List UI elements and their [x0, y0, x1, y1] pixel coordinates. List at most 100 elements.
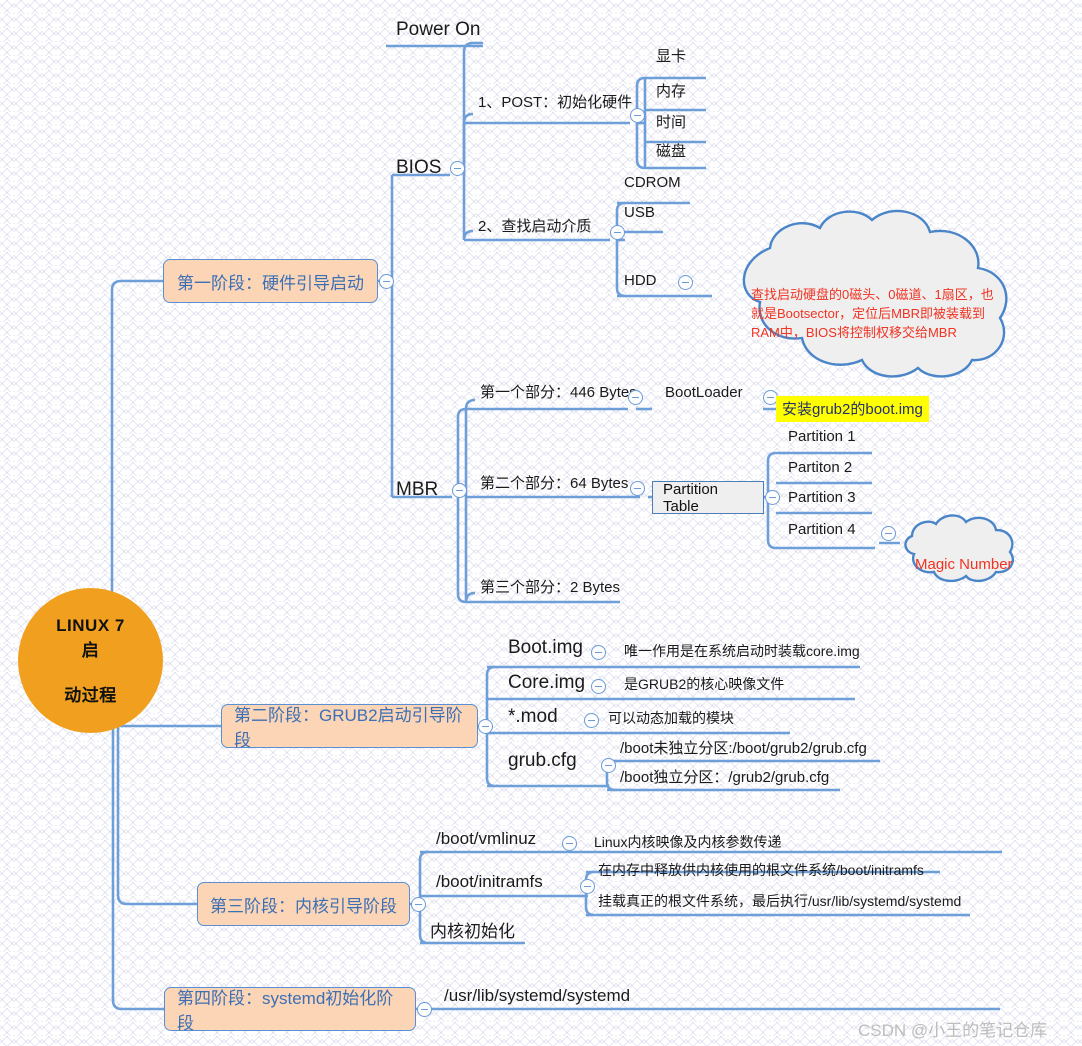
- post-item-0-label: 显卡: [656, 48, 687, 65]
- mbr-part2-label: 第二个部分：64 Bytes: [480, 475, 629, 492]
- node-bios[interactable]: BIOS: [396, 157, 441, 179]
- node-post-item-1[interactable]: 内存: [656, 83, 686, 100]
- grub-cfg-label: grub.cfg: [508, 750, 577, 771]
- mbr-part1-label: 第一个部分：446 Bytes: [480, 384, 637, 401]
- mindmap-canvas: LINUX 7 启 动过程 第一阶段：硬件引导启动 第二阶段：GRUB2启动引导…: [0, 0, 1082, 1046]
- node-initramfs-note-0: 在内存中释放供内核使用的根文件系统/boot/initramfs: [598, 862, 924, 878]
- node-kernel-init[interactable]: 内核初始化: [430, 922, 515, 942]
- bios-toggle[interactable]: [450, 161, 465, 176]
- post-item-1-label: 内存: [656, 83, 687, 100]
- systemd-path-label: /usr/lib/systemd/systemd: [444, 986, 631, 1005]
- node-mbr-part3[interactable]: 第三个部分：2 Bytes: [480, 579, 620, 596]
- node-power-on[interactable]: Power On: [396, 19, 480, 41]
- central-topic-line1: LINUX 7 启: [56, 615, 125, 660]
- node-mbr[interactable]: MBR: [396, 479, 438, 501]
- bios-label: BIOS: [396, 157, 442, 178]
- node-media-hdd[interactable]: HDD: [624, 272, 657, 289]
- stage-2-toggle[interactable]: [478, 719, 493, 734]
- grub-bootimg-note-label: 唯一作用是在系统启动时装载core.img: [624, 643, 860, 659]
- partition-4-toggle[interactable]: [881, 526, 896, 541]
- stage-4-toggle[interactable]: [417, 1002, 432, 1017]
- mbr-part1-toggle[interactable]: [628, 390, 643, 405]
- bootloader-note-highlight[interactable]: 安装grub2的boot.img: [776, 396, 929, 422]
- node-initramfs-note-1: 挂载真正的根文件系统，最后执行/usr/lib/systemd/systemd: [598, 893, 961, 909]
- initramfs-toggle[interactable]: [580, 879, 595, 894]
- initramfs-note-1-label: 挂载真正的根文件系统，最后执行/usr/lib/systemd/systemd: [598, 893, 962, 909]
- grub-cfg-toggle[interactable]: [601, 758, 616, 773]
- post-toggle[interactable]: [630, 108, 645, 123]
- media-usb-label: USB: [624, 204, 655, 221]
- node-grub-cfg-sub-1[interactable]: /boot独立分区：/grub2/grub.cfg: [620, 769, 829, 786]
- stage-4-label: 第四阶段：systemd初始化阶段: [177, 989, 394, 1033]
- media-hdd-label: HDD: [624, 272, 657, 289]
- grub-mod-note-label: 可以动态加载的模块: [608, 710, 734, 726]
- post-item-2-label: 时间: [656, 114, 687, 131]
- find-boot-media-toggle[interactable]: [610, 225, 625, 240]
- magic-number-note: Magic Number: [915, 532, 1013, 576]
- bootloader-note-label: 安装grub2的boot.img: [782, 401, 923, 418]
- stage-box-4[interactable]: 第四阶段：systemd初始化阶段: [164, 987, 416, 1033]
- vmlinuz-toggle[interactable]: [562, 836, 577, 851]
- stage-box-1[interactable]: 第一阶段：硬件引导启动: [163, 259, 378, 303]
- post-label: 1、POST：初始化硬件: [478, 94, 633, 111]
- node-grub-bootimg-note: 唯一作用是在系统启动时装载core.img: [624, 643, 860, 659]
- stage-1-toggle[interactable]: [379, 274, 394, 289]
- mbr-part2-toggle[interactable]: [630, 481, 645, 496]
- node-media-usb[interactable]: USB: [624, 204, 655, 221]
- stage-box-2[interactable]: 第二阶段：GRUB2启动引导阶段: [221, 704, 478, 750]
- mbr-label: MBR: [396, 479, 439, 500]
- node-grub-coreimg[interactable]: Core.img: [508, 672, 585, 694]
- node-vmlinuz[interactable]: /boot/vmlinuz: [436, 829, 536, 849]
- partition-table-toggle[interactable]: [765, 490, 780, 505]
- initramfs-note-0-label: 在内存中释放供内核使用的根文件系统/boot/initramfs: [598, 862, 924, 878]
- grub-cfg-sub-0-label: /boot未独立分区:/boot/grub2/grub.cfg: [620, 740, 867, 757]
- media-hdd-toggle[interactable]: [678, 275, 693, 290]
- node-initramfs[interactable]: /boot/initramfs: [436, 872, 543, 892]
- node-post-item-3[interactable]: 磁盘: [656, 143, 686, 160]
- vmlinuz-note-label: Linux内核映像及内核参数传递: [594, 834, 782, 850]
- grub-bootimg-label: Boot.img: [508, 637, 583, 658]
- grub-coreimg-note-label: 是GRUB2的核心映像文件: [624, 676, 785, 692]
- node-post-item-2[interactable]: 时间: [656, 114, 686, 131]
- partition-table-box[interactable]: Partition Table: [652, 481, 764, 515]
- node-partition-3[interactable]: Partition 3: [788, 489, 856, 506]
- node-grub-cfg[interactable]: grub.cfg: [508, 750, 577, 772]
- partition-1-label: Partition 1: [788, 428, 856, 445]
- node-grub-mod-note: 可以动态加载的模块: [608, 710, 734, 726]
- grub-mod-toggle[interactable]: [584, 713, 599, 728]
- stage-3-toggle[interactable]: [411, 897, 426, 912]
- node-partition-2[interactable]: Partiton 2: [788, 459, 852, 476]
- node-grub-mod[interactable]: *.mod: [508, 706, 558, 728]
- node-grub-bootimg[interactable]: Boot.img: [508, 637, 583, 659]
- node-bootloader[interactable]: BootLoader: [665, 384, 743, 401]
- node-find-boot-media[interactable]: 2、查找启动介质: [478, 218, 591, 235]
- grub-bootimg-toggle[interactable]: [591, 645, 606, 660]
- magic-number-label: Magic Number: [915, 555, 1013, 573]
- node-grub-cfg-sub-0[interactable]: /boot未独立分区:/boot/grub2/grub.cfg: [620, 740, 867, 757]
- node-mbr-part1[interactable]: 第一个部分：446 Bytes: [480, 384, 637, 401]
- node-systemd-path[interactable]: /usr/lib/systemd/systemd: [444, 986, 630, 1006]
- partition-2-label: Partiton 2: [788, 459, 853, 476]
- node-partition-1[interactable]: Partition 1: [788, 428, 856, 445]
- grub-coreimg-toggle[interactable]: [591, 679, 606, 694]
- node-grub-coreimg-note: 是GRUB2的核心映像文件: [624, 676, 784, 692]
- hdd-cloud-note: 查找启动硬盘的0磁头、0磁道、1扇区，也 就是Bootsector，定位后MBR…: [751, 267, 1011, 342]
- node-media-cdrom[interactable]: CDROM: [624, 174, 681, 191]
- stage-2-label: 第二阶段：GRUB2启动引导阶段: [234, 706, 463, 750]
- stage-box-3[interactable]: 第三阶段：内核引导阶段: [197, 882, 410, 926]
- grub-cfg-sub-1-label: /boot独立分区：/grub2/grub.cfg: [620, 769, 830, 786]
- stage-1-label: 第一阶段：硬件引导启动: [177, 273, 364, 293]
- node-partition-4[interactable]: Partition 4: [788, 521, 856, 538]
- node-post-item-0[interactable]: 显卡: [656, 48, 686, 65]
- node-post[interactable]: 1、POST：初始化硬件: [478, 94, 632, 111]
- node-mbr-part2[interactable]: 第二个部分：64 Bytes: [480, 475, 628, 492]
- grub-mod-label: *.mod: [508, 706, 558, 727]
- bootloader-label: BootLoader: [665, 384, 743, 401]
- power-on-label: Power On: [396, 19, 481, 40]
- vmlinuz-label: /boot/vmlinuz: [436, 829, 537, 848]
- node-vmlinuz-note: Linux内核映像及内核参数传递: [594, 834, 781, 850]
- csdn-watermark-label: CSDN @小王的笔记仓库: [858, 1021, 1048, 1040]
- media-cdrom-label: CDROM: [624, 174, 681, 191]
- mbr-toggle[interactable]: [452, 483, 467, 498]
- central-topic[interactable]: LINUX 7 启 动过程: [18, 588, 163, 733]
